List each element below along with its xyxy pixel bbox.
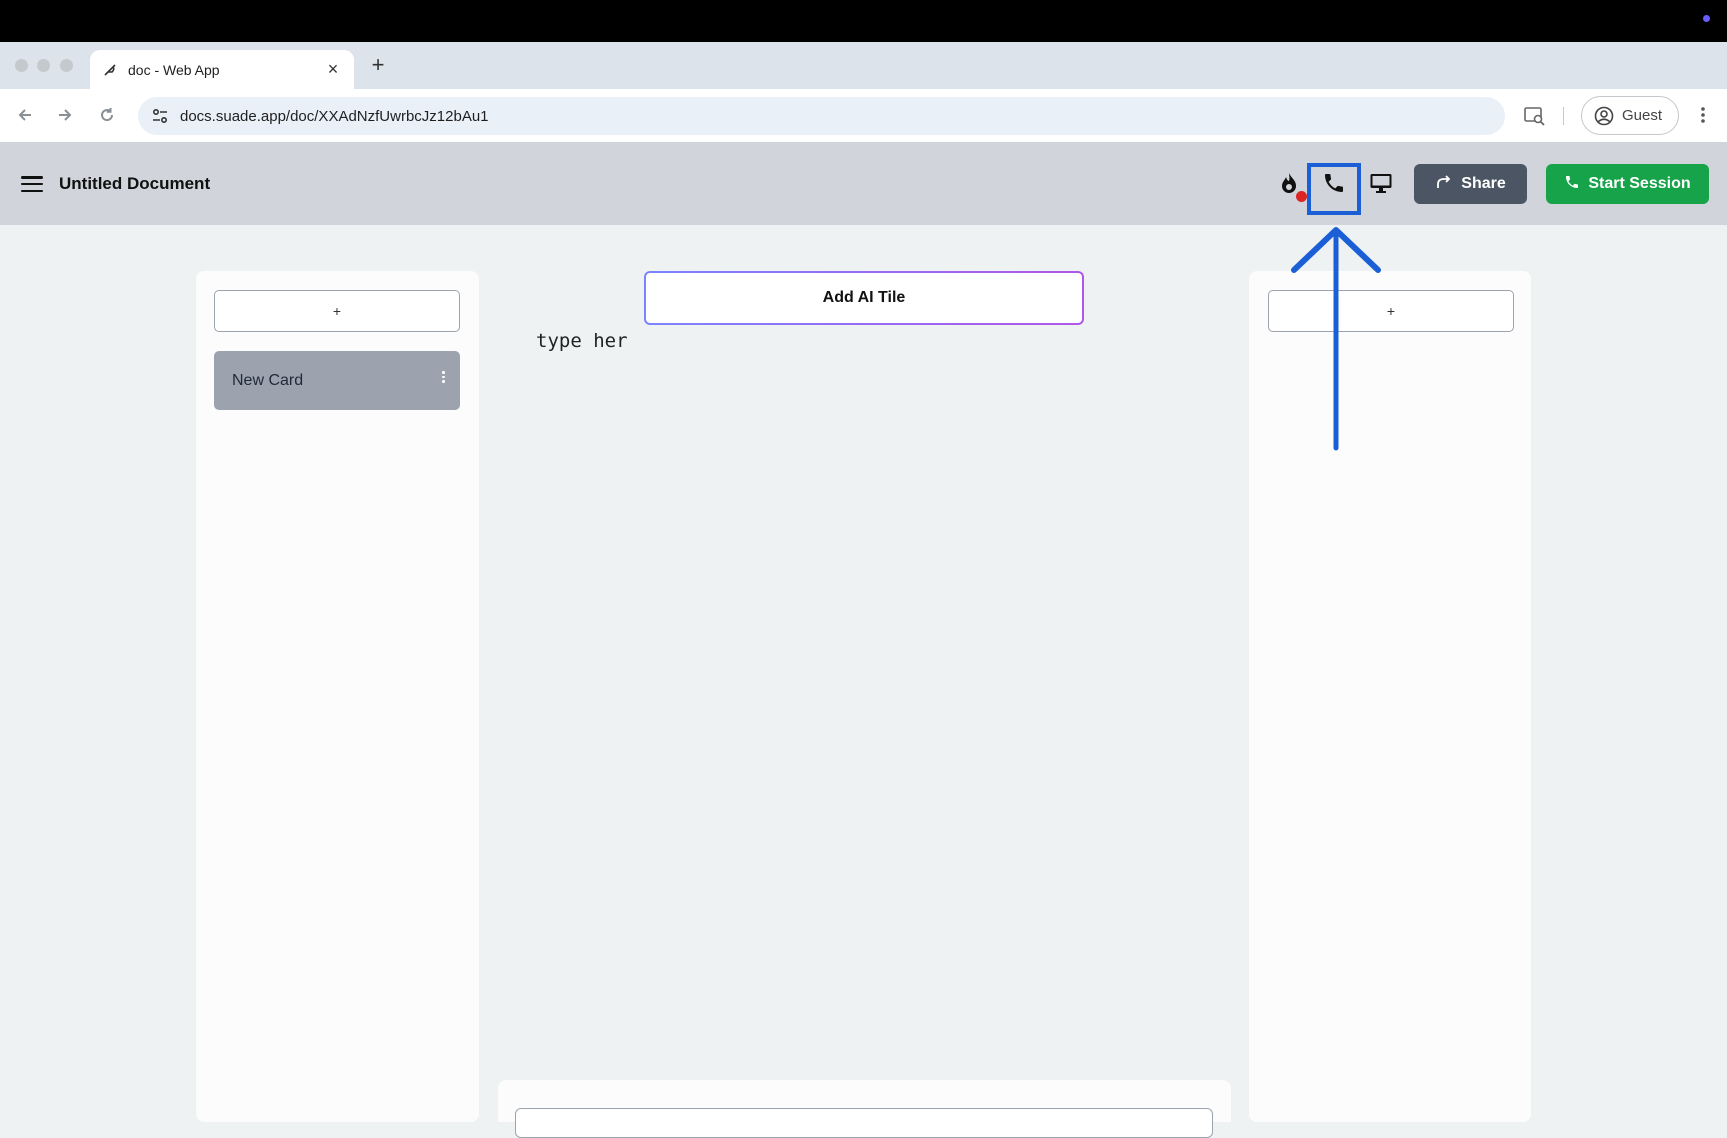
start-session-button[interactable]: Start Session (1546, 164, 1709, 204)
browser-tab[interactable]: doc - Web App × (90, 50, 354, 89)
app-header: Untitled Document Share Start Session (0, 142, 1727, 225)
tab-title: doc - Web App (128, 61, 220, 78)
start-session-phone-icon (1564, 174, 1580, 195)
window-maximize-dot[interactable] (60, 59, 73, 72)
share-arrow-icon (1435, 173, 1453, 196)
toolbar-divider (1563, 107, 1564, 125)
profile-label: Guest (1622, 107, 1663, 124)
notification-badge (1296, 191, 1307, 202)
document-title[interactable]: Untitled Document (59, 174, 210, 194)
browser-toolbar: docs.suade.app/doc/XXAdNzfUwrbcJz12bAu1 … (0, 89, 1727, 142)
hamburger-menu-icon[interactable] (21, 176, 43, 192)
editor-text[interactable]: type her (536, 330, 628, 352)
os-menu-bar (0, 0, 1727, 42)
browser-tab-strip: doc - Web App × + (0, 42, 1727, 89)
window-close-dot[interactable] (15, 59, 28, 72)
card-item[interactable]: New Card (214, 351, 460, 410)
desktop-monitor-icon[interactable] (1366, 168, 1396, 198)
share-label: Share (1461, 175, 1506, 192)
card-label: New Card (232, 371, 304, 389)
new-tab-button[interactable]: + (366, 52, 390, 78)
reload-icon[interactable] (95, 103, 119, 127)
profile-button[interactable]: Guest (1581, 96, 1679, 135)
window-minimize-dot[interactable] (37, 59, 50, 72)
bottom-input-field[interactable] (515, 1108, 1213, 1138)
right-add-card-button[interactable]: + (1268, 290, 1514, 332)
share-button[interactable]: Share (1414, 164, 1527, 204)
site-settings-icon[interactable] (150, 106, 170, 126)
left-add-card-button[interactable]: + (214, 290, 460, 332)
card-more-icon[interactable] (442, 371, 446, 383)
forward-icon[interactable] (53, 103, 77, 127)
right-card-panel (1249, 271, 1531, 1122)
tab-close-icon[interactable]: × (324, 59, 342, 80)
url-text: docs.suade.app/doc/XXAdNzfUwrbcJz12bAu1 (180, 107, 489, 125)
quill-icon (102, 62, 118, 78)
back-icon[interactable] (13, 103, 37, 127)
browser-menu-icon[interactable] (1697, 102, 1709, 128)
status-dot (1703, 15, 1710, 22)
start-session-label: Start Session (1588, 175, 1691, 192)
phone-icon[interactable] (1319, 168, 1349, 198)
profile-avatar-icon (1594, 106, 1614, 126)
address-bar[interactable]: docs.suade.app/doc/XXAdNzfUwrbcJz12bAu1 (138, 97, 1505, 135)
lens-search-icon[interactable] (1523, 105, 1547, 127)
add-ai-tile-label: Add AI Tile (646, 273, 1082, 323)
add-ai-tile-button[interactable]: Add AI Tile (644, 271, 1084, 325)
